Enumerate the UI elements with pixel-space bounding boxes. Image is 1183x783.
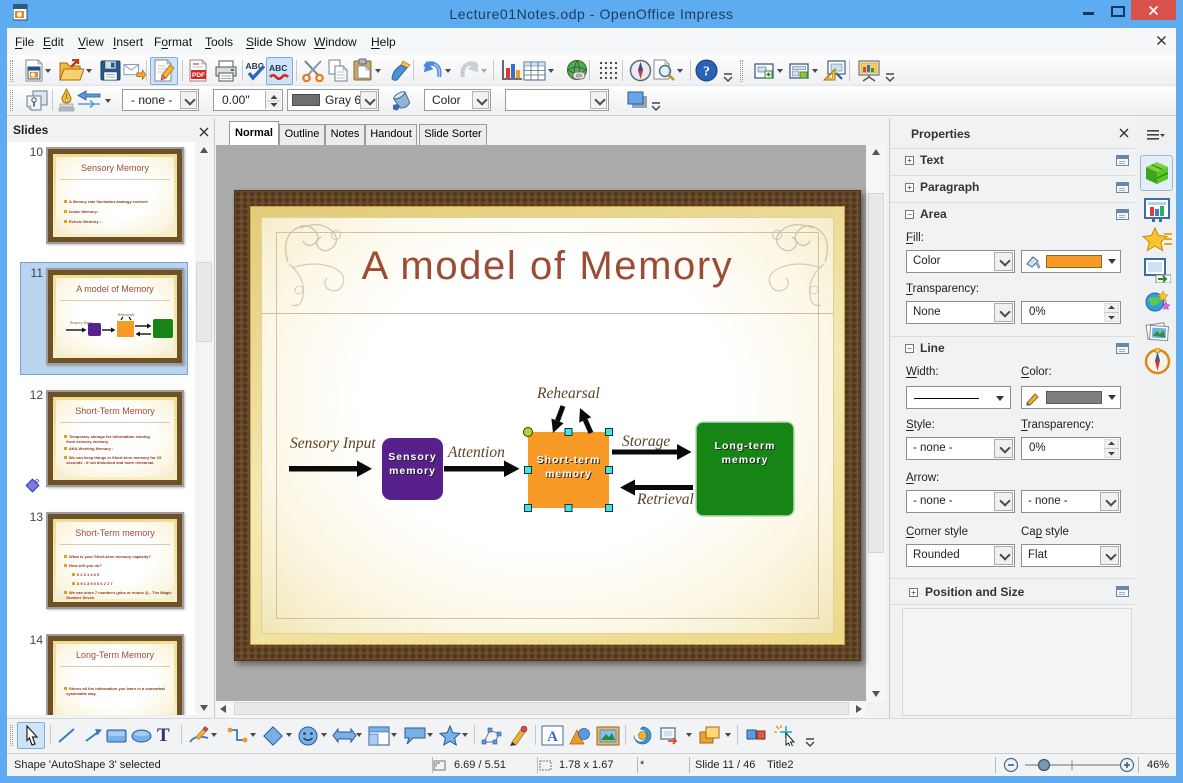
svg-text:Retrieval: Retrieval [636,491,694,508]
svg-text:Rehearsal: Rehearsal [536,385,600,402]
svg-text:Short-term: Short-term [537,454,601,466]
svg-text:memory: memory [389,465,436,477]
svg-text:Rehearsal: Rehearsal [117,312,135,317]
svg-text:Attention: Attention [447,444,505,461]
svg-text:?: ? [703,65,710,80]
svg-text:A: A [547,729,558,745]
svg-text:memory: memory [545,468,592,480]
svg-text:Sensory: Sensory [388,451,436,463]
svg-text:ABC: ABC [269,63,287,73]
svg-text:Storage: Storage [622,433,670,450]
svg-text:memory: memory [722,454,769,466]
svg-text:Sensory Input: Sensory Input [290,435,376,452]
svg-text:Long-term: Long-term [715,440,776,452]
svg-text:PDF: PDF [192,72,205,79]
